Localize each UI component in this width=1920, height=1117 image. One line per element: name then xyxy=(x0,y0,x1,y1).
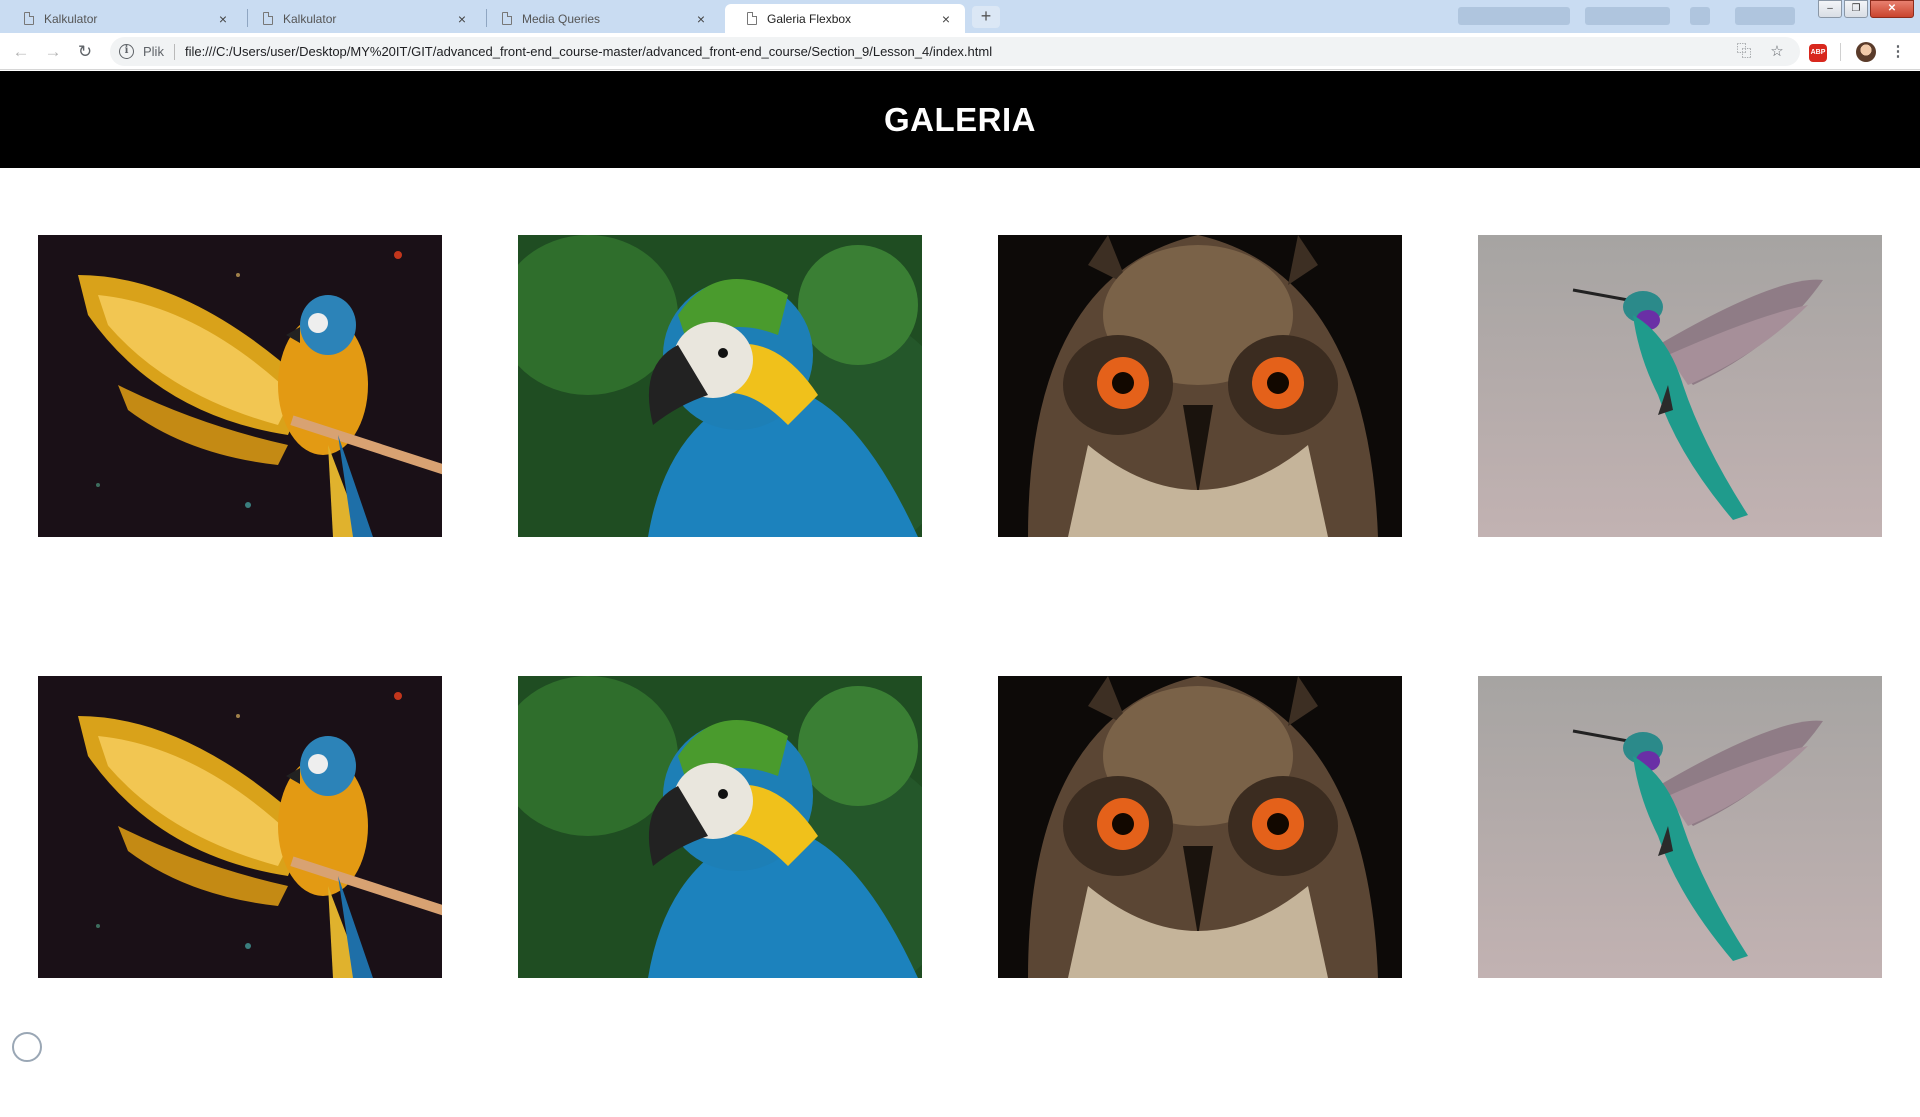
avatar[interactable] xyxy=(1856,42,1876,62)
address-bar[interactable]: i Plik file:///C:/Users/user/Desktop/MY%… xyxy=(110,37,1800,66)
tab-kalkulator-2[interactable]: Kalkulator × xyxy=(241,4,481,33)
tab-kalkulator-1[interactable]: Kalkulator × xyxy=(2,4,242,33)
gallery-image-owl xyxy=(998,235,1402,537)
page-title: GALERIA xyxy=(884,100,1036,138)
close-tab-icon[interactable]: × xyxy=(453,11,471,27)
restore-icon[interactable]: ❐ xyxy=(1844,0,1868,18)
tab-title: Kalkulator xyxy=(283,11,337,26)
arrow-right-icon[interactable]: → xyxy=(42,41,64,63)
hummingbird-image xyxy=(1478,235,1882,537)
gallery-image-macaw-wings xyxy=(38,676,442,978)
taskbar-blur xyxy=(1735,7,1795,25)
macaw-wings-image xyxy=(38,235,442,537)
omnibox-divider xyxy=(173,43,175,60)
scheme-label: Plik xyxy=(143,44,164,59)
star-icon[interactable]: ☆ xyxy=(1766,41,1788,63)
taskbar-blur xyxy=(1458,7,1570,25)
document-icon xyxy=(747,12,757,25)
url-text[interactable]: file:///C:/Users/user/Desktop/MY%20IT/GI… xyxy=(185,44,992,59)
browser-toolbar: ← → ↻ i Plik file:///C:/Users/user/Deskt… xyxy=(0,33,1920,70)
owl-image xyxy=(998,676,1402,978)
macaw-portrait-image xyxy=(518,235,922,537)
reload-icon[interactable]: ↻ xyxy=(74,41,96,63)
document-icon xyxy=(263,12,273,25)
abp-icon[interactable]: ABP xyxy=(1809,44,1827,62)
document-icon xyxy=(502,12,512,25)
scroll-indicator-icon xyxy=(12,1032,42,1062)
gallery-image-macaw-wings xyxy=(38,235,442,537)
document-icon xyxy=(24,12,34,25)
close-tab-icon[interactable]: × xyxy=(214,11,232,27)
gallery-image-macaw-portrait xyxy=(518,676,922,978)
tab-media-queries[interactable]: Media Queries × xyxy=(480,4,720,33)
tab-title: Media Queries xyxy=(522,11,601,26)
kebab-menu-icon[interactable]: ⋮ xyxy=(1887,41,1909,63)
taskbar-blur xyxy=(1585,7,1670,25)
gallery-image-hummingbird xyxy=(1478,235,1882,537)
new-tab-button[interactable]: + xyxy=(972,6,1000,28)
tab-strip: Kalkulator × Kalkulator × Media Queries … xyxy=(0,0,1920,33)
close-tab-icon[interactable]: × xyxy=(937,11,955,27)
toolbar-divider xyxy=(1840,43,1841,61)
translate-icon[interactable]: ⿻ xyxy=(1733,41,1755,63)
minimize-icon[interactable]: – xyxy=(1818,0,1842,18)
taskbar-blur xyxy=(1690,7,1710,25)
arrow-left-icon[interactable]: ← xyxy=(10,41,32,63)
tab-galeria-flexbox[interactable]: Galeria Flexbox × xyxy=(725,4,965,33)
close-tab-icon[interactable]: × xyxy=(692,11,710,27)
owl-image xyxy=(998,235,1402,537)
hummingbird-image xyxy=(1478,676,1882,978)
page-content: GALERIA xyxy=(0,71,1920,1062)
tab-title: Galeria Flexbox xyxy=(767,11,852,26)
gallery-image-owl xyxy=(998,676,1402,978)
gallery-image-macaw-portrait xyxy=(518,235,922,537)
window-controls: – ❐ ✕ xyxy=(1818,0,1914,18)
tab-title: Kalkulator xyxy=(44,11,98,26)
gallery xyxy=(0,168,1920,1117)
page-header: GALERIA xyxy=(0,71,1920,168)
macaw-portrait-image xyxy=(518,676,922,978)
gallery-image-hummingbird xyxy=(1478,676,1882,978)
info-icon[interactable]: i xyxy=(119,44,134,59)
macaw-wings-image xyxy=(38,676,442,978)
close-window-icon[interactable]: ✕ xyxy=(1870,0,1914,18)
